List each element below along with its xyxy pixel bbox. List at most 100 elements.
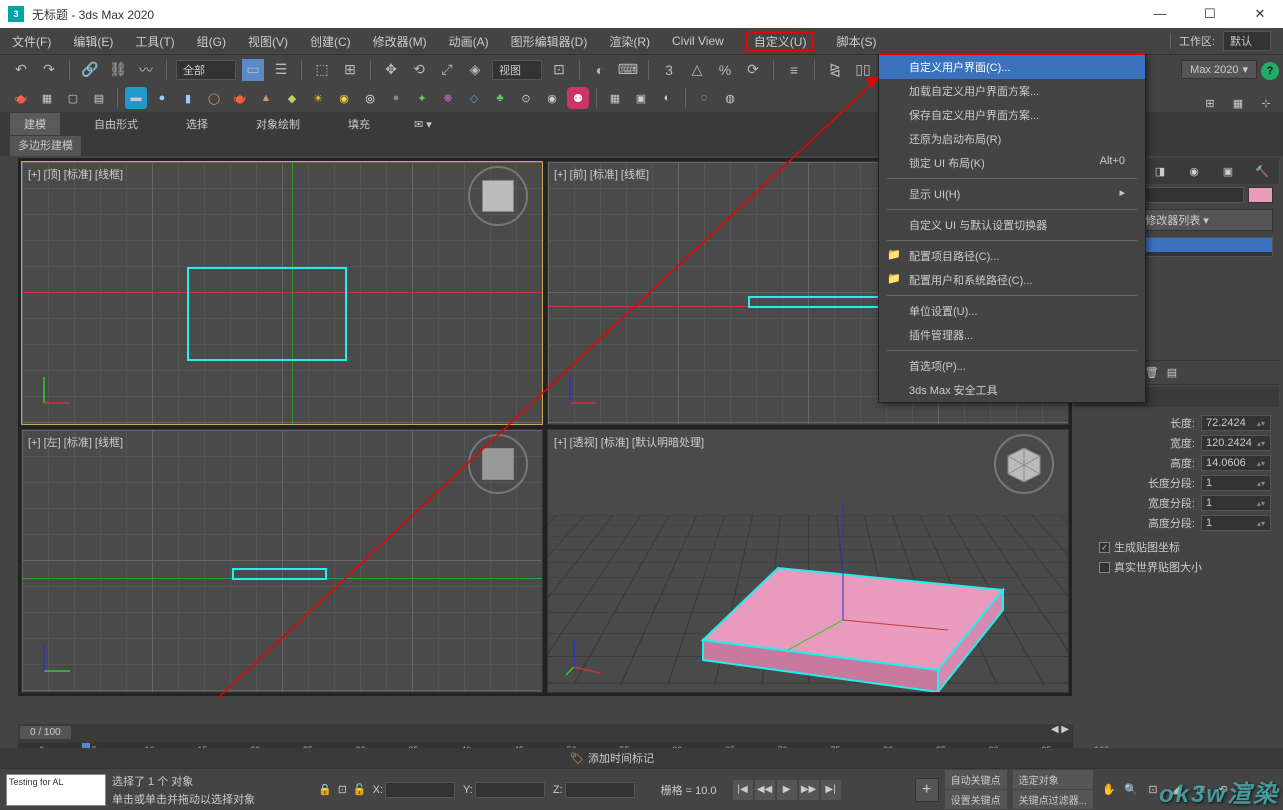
grid2-icon[interactable]: ▦: [1227, 92, 1249, 114]
box-icon[interactable]: ▢: [62, 87, 84, 109]
key-mode-dropdown[interactable]: 选定对象: [1013, 770, 1093, 789]
light-spot-icon[interactable]: ◉: [333, 87, 355, 109]
snap-icon[interactable]: 3: [658, 59, 680, 81]
rotate-icon[interactable]: ⟲: [408, 59, 430, 81]
viewport-top-label[interactable]: [+] [顶] [标准] [线框]: [28, 166, 123, 182]
isolate-icon[interactable]: ⊡: [338, 783, 347, 796]
angle-snap-icon[interactable]: △: [686, 59, 708, 81]
close-button[interactable]: ✕: [1245, 6, 1275, 22]
prim-sphere-icon[interactable]: ●: [151, 87, 173, 109]
render-setup-icon[interactable]: ▦: [604, 87, 626, 109]
coord-x-input[interactable]: [385, 782, 455, 798]
schema-icon[interactable]: ◌: [693, 87, 715, 109]
ribbon-tab-populate[interactable]: 填充: [334, 113, 384, 135]
menu-scripting[interactable]: 脚本(S): [836, 33, 876, 50]
realworld-map-checkbox[interactable]: [1099, 562, 1110, 573]
timeline-nav[interactable]: ◀ ▶: [1051, 724, 1069, 735]
viewcube-persp[interactable]: [1000, 440, 1048, 488]
scale-icon[interactable]: ⤢: [436, 59, 458, 81]
param-spinner[interactable]: 1▴▾: [1201, 515, 1271, 531]
goto-start-icon[interactable]: |◀: [733, 780, 753, 800]
calendar-icon[interactable]: ▦: [36, 87, 58, 109]
subribbon-polymodeling[interactable]: 多边形建模: [10, 136, 81, 156]
bind-icon[interactable]: 〰: [135, 59, 157, 81]
window-crossing-icon[interactable]: ⊞: [339, 59, 361, 81]
gen-map-coords-checkbox[interactable]: ✓: [1099, 542, 1110, 553]
manipulate-icon[interactable]: ◐: [589, 59, 611, 81]
prim-cone-icon[interactable]: ▲: [255, 87, 277, 109]
select-name-icon[interactable]: ☰: [270, 59, 292, 81]
axis-helper-icon[interactable]: ⊹: [1255, 92, 1277, 114]
percent-snap-icon[interactable]: %: [714, 59, 736, 81]
coord-z-input[interactable]: [565, 782, 635, 798]
perspective-box-object[interactable]: [608, 460, 1028, 693]
param-spinner[interactable]: 1▴▾: [1201, 495, 1271, 511]
cp-tab-utilities[interactable]: 🔨: [1245, 158, 1279, 184]
menu-animation[interactable]: 动画(A): [449, 33, 489, 50]
viewcube-left[interactable]: [474, 440, 522, 488]
ref-coord-dropdown[interactable]: 视图: [492, 60, 542, 80]
menu-civilview[interactable]: Civil View: [672, 34, 724, 48]
placement-icon[interactable]: ◈: [464, 59, 486, 81]
pan-icon[interactable]: ✋: [1099, 780, 1119, 800]
dropdown-item[interactable]: 保存自定义用户界面方案...: [879, 103, 1145, 127]
help-icon[interactable]: ?: [1261, 62, 1279, 80]
move-icon[interactable]: ✥: [380, 59, 402, 81]
dropdown-item[interactable]: 单位设置(U)...: [879, 299, 1145, 323]
systems-icon[interactable]: ⊙: [515, 87, 537, 109]
spacewarps-icon[interactable]: ❋: [437, 87, 459, 109]
menu-file[interactable]: 文件(F): [12, 33, 51, 50]
prim-torus-icon[interactable]: ◯: [203, 87, 225, 109]
cp-tab-motion[interactable]: ◉: [1177, 158, 1211, 184]
setkey-button[interactable]: 设置关键点: [945, 790, 1007, 809]
autokey-button[interactable]: 自动关键点: [945, 770, 1007, 789]
menu-views[interactable]: 视图(V): [248, 33, 288, 50]
biped-icon[interactable]: ⚉: [567, 87, 589, 109]
set-key-button[interactable]: +: [915, 778, 939, 802]
light-omni-icon[interactable]: ☀: [307, 87, 329, 109]
workspace-version-badge[interactable]: Max 2020 ▾: [1181, 60, 1257, 79]
ribbon-tab-freeform[interactable]: 自由形式: [80, 113, 152, 135]
dropdown-item[interactable]: 3ds Max 安全工具: [879, 378, 1145, 402]
dropdown-item[interactable]: 显示 UI(H)▸: [879, 182, 1145, 206]
select-icon[interactable]: ▭: [242, 59, 264, 81]
ribbon-tab-objectpaint[interactable]: 对象绘制: [242, 113, 314, 135]
particle-icon[interactable]: ✦: [411, 87, 433, 109]
rect-select-icon[interactable]: ⬚: [311, 59, 333, 81]
pivot-icon[interactable]: ⊡: [548, 59, 570, 81]
helpers-icon[interactable]: ◇: [463, 87, 485, 109]
dropdown-item[interactable]: 加载自定义用户界面方案...: [879, 79, 1145, 103]
undo-icon[interactable]: ↶: [10, 59, 32, 81]
named-sel-icon[interactable]: ≡: [783, 59, 805, 81]
play-icon[interactable]: ▶: [777, 780, 797, 800]
prev-frame-icon[interactable]: ◀◀: [755, 780, 775, 800]
dropdown-item[interactable]: 首选项(P)...: [879, 354, 1145, 378]
viewport-left[interactable]: [+] [左] [标准] [线框]: [21, 429, 543, 693]
compound-icon[interactable]: ◉: [541, 87, 563, 109]
unlink-icon[interactable]: ⛓: [107, 59, 129, 81]
asset-icon[interactable]: ◍: [719, 87, 741, 109]
dropdown-item[interactable]: 自定义用户界面(C)...: [879, 55, 1145, 79]
maximize-button[interactable]: ☐: [1195, 6, 1225, 22]
menu-edit[interactable]: 编辑(E): [73, 33, 113, 50]
prim-box-icon[interactable]: ▬: [125, 87, 147, 109]
menu-customize[interactable]: 自定义(U): [746, 31, 815, 52]
material-ed-icon[interactable]: ◐: [656, 87, 678, 109]
keyboard-icon[interactable]: ⌨: [617, 59, 639, 81]
maxscript-mini-listener[interactable]: Testing for AL: [6, 774, 106, 806]
grid1-icon[interactable]: ⊞: [1199, 92, 1221, 114]
viewport-top[interactable]: [+] [顶] [标准] [线框]: [21, 161, 543, 425]
selection-filter-dropdown[interactable]: 全部: [176, 60, 236, 80]
viewport-perspective[interactable]: [+] [透视] [标准] [默认明暗处理]: [547, 429, 1069, 693]
align-icon[interactable]: ▯▯: [852, 59, 874, 81]
coord-y-input[interactable]: [475, 782, 545, 798]
dropdown-item[interactable]: 插件管理器...: [879, 323, 1145, 347]
param-spinner[interactable]: 14.0606▴▾: [1201, 455, 1271, 471]
configure-icon[interactable]: ▤: [1167, 366, 1177, 379]
param-spinner[interactable]: 72.2424▴▾: [1201, 415, 1271, 431]
redo-icon[interactable]: ↷: [38, 59, 60, 81]
zoom-icon[interactable]: 🔍: [1121, 780, 1141, 800]
viewport-persp-label[interactable]: [+] [透视] [标准] [默认明暗处理]: [554, 434, 704, 450]
teapot-icon[interactable]: 🫖: [10, 87, 32, 109]
param-spinner[interactable]: 1▴▾: [1201, 475, 1271, 491]
